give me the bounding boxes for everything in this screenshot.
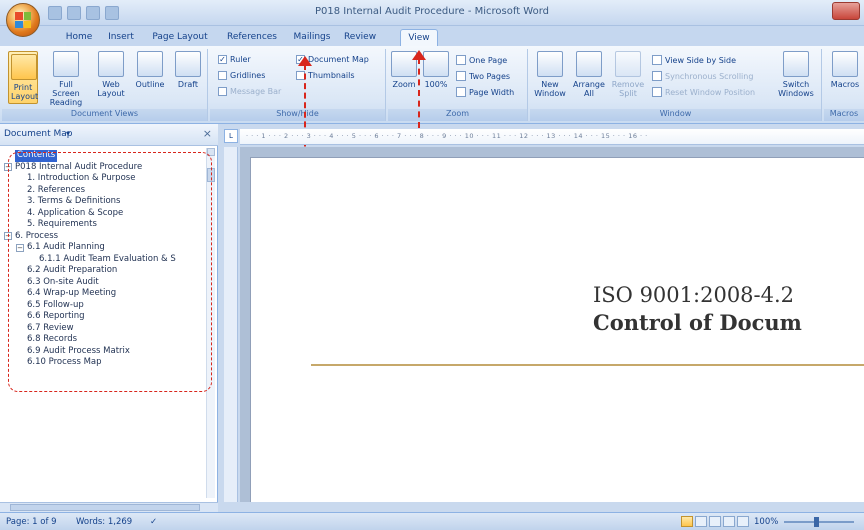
document-divider <box>311 364 864 366</box>
group-zoom: Zoom 100% One Page Two Pages Page Width … <box>388 49 528 121</box>
window-title: P018 Internal Audit Procedure - Microsof… <box>314 6 550 17</box>
new-window-button[interactable]: New Window <box>532 51 568 98</box>
tab-view[interactable]: View <box>400 29 438 46</box>
outline-view-icon[interactable] <box>723 516 735 527</box>
outline-icon <box>137 51 163 77</box>
annotation-arrowhead-document-map <box>298 56 312 66</box>
remove-split-icon <box>615 51 641 77</box>
draft-view-icon[interactable] <box>737 516 749 527</box>
gridlines-check-icon <box>218 71 227 80</box>
web-layout-view-icon[interactable] <box>709 516 721 527</box>
message-bar-check-icon <box>218 87 227 96</box>
group-label-show-hide: Show/Hide <box>210 109 385 121</box>
view-side-by-side-button[interactable]: View Side by Side <box>652 55 736 65</box>
draft-button[interactable]: Draft <box>172 51 204 89</box>
status-bar: Page: 1 of 9 Words: 1,269 ✓ 100% <box>0 512 864 530</box>
vertical-ruler[interactable] <box>224 147 238 502</box>
tab-selector[interactable]: L <box>224 129 238 143</box>
message-bar-checkbox[interactable]: Message Bar <box>218 87 281 96</box>
full-screen-view-icon[interactable] <box>695 516 707 527</box>
ruler-ticks: · · · 1 · · · 2 · · · 3 · · · 4 · · · 5 … <box>246 132 648 140</box>
tab-references[interactable]: References <box>226 29 278 46</box>
group-macros: Macros Macros <box>824 49 864 121</box>
ribbon-tabs: Home Insert Page Layout References Maili… <box>0 26 864 46</box>
two-pages-icon <box>456 71 466 81</box>
horizontal-scroll-thumb[interactable] <box>10 504 200 511</box>
web-layout-icon <box>98 51 124 77</box>
tab-mailings[interactable]: Mailings <box>290 29 334 46</box>
tab-insert[interactable]: Insert <box>104 29 138 46</box>
status-page[interactable]: Page: 1 of 9 <box>6 517 57 527</box>
group-window: New Window Arrange All Remove Split View… <box>530 49 822 121</box>
page-width-button[interactable]: Page Width <box>456 87 514 97</box>
office-logo-icon <box>15 12 31 28</box>
group-label-macros: Macros <box>824 109 864 121</box>
chevron-down-icon[interactable]: ▾ <box>66 129 70 138</box>
zoom-level[interactable]: 100% <box>754 517 778 527</box>
close-window-button[interactable] <box>832 2 860 20</box>
arrange-all-icon <box>576 51 602 77</box>
annotation-arrowhead-view-tab <box>412 50 426 60</box>
group-document-views: Print Layout Full Screen Reading Web Lay… <box>2 49 208 121</box>
office-button[interactable] <box>6 3 40 37</box>
two-pages-button[interactable]: Two Pages <box>456 71 510 81</box>
zoom-slider[interactable] <box>784 517 854 527</box>
document-heading-line1: ISO 9001:2008-4.2 <box>593 283 795 307</box>
arrange-all-button[interactable]: Arrange All <box>570 51 608 98</box>
one-page-button[interactable]: One Page <box>456 55 507 65</box>
group-label-window: Window <box>530 109 821 121</box>
ruler-check-icon: ✓ <box>218 55 227 64</box>
document-area: ISO 9001:2008-4.2 Control of Docum <box>240 147 864 502</box>
full-screen-reading-button[interactable]: Full Screen Reading <box>46 51 86 107</box>
page-width-icon <box>456 87 466 97</box>
gridlines-checkbox[interactable]: Gridlines <box>218 71 265 80</box>
side-by-side-icon <box>652 55 662 65</box>
ribbon: Print Layout Full Screen Reading Web Lay… <box>0 46 864 124</box>
view-shortcuts <box>681 516 749 527</box>
full-screen-reading-icon <box>53 51 79 77</box>
reset-window-icon <box>652 87 662 97</box>
document-page[interactable]: ISO 9001:2008-4.2 Control of Docum <box>250 157 864 502</box>
document-map-title[interactable]: Document Map <box>4 129 72 139</box>
tab-home[interactable]: Home <box>62 29 96 46</box>
ruler-checkbox[interactable]: ✓ Ruler <box>218 55 251 64</box>
one-page-icon <box>456 55 466 65</box>
horizontal-ruler[interactable]: · · · 1 · · · 2 · · · 3 · · · 4 · · · 5 … <box>240 129 864 145</box>
tab-page-layout[interactable]: Page Layout <box>152 29 208 46</box>
print-layout-icon <box>11 54 37 80</box>
zoom-100-button[interactable]: 100% <box>422 51 450 89</box>
tab-review[interactable]: Review <box>342 29 378 46</box>
switch-windows-button[interactable]: Switch Windows <box>774 51 818 98</box>
print-layout-view-icon[interactable] <box>681 516 693 527</box>
document-map-header: Document Map ▾ × <box>0 124 218 146</box>
annotation-arrow-view-tab <box>418 58 420 128</box>
macros-icon <box>832 51 858 77</box>
close-icon[interactable]: × <box>203 127 212 140</box>
page-100-icon <box>423 51 449 77</box>
zoom-slider-handle[interactable] <box>814 517 819 527</box>
group-label-document-views: Document Views <box>2 109 207 121</box>
annotation-highlight-box <box>8 152 212 392</box>
remove-split-button[interactable]: Remove Split <box>610 51 646 98</box>
print-layout-button[interactable]: Print Layout <box>8 51 38 104</box>
status-words[interactable]: Words: 1,269 <box>76 517 132 527</box>
switch-windows-icon <box>783 51 809 77</box>
proofing-icon[interactable]: ✓ <box>150 517 157 527</box>
reset-window-position-button[interactable]: Reset Window Position <box>652 87 755 97</box>
document-heading-line2: Control of Docum <box>593 310 802 335</box>
synchronous-scrolling-button[interactable]: Synchronous Scrolling <box>652 71 753 81</box>
web-layout-button[interactable]: Web Layout <box>94 51 128 98</box>
title-bar: P018 Internal Audit Procedure - Microsof… <box>0 0 864 26</box>
group-label-zoom: Zoom <box>388 109 527 121</box>
new-window-icon <box>537 51 563 77</box>
outline-button[interactable]: Outline <box>132 51 168 89</box>
document-map-horizontal-scrollbar[interactable] <box>0 502 218 512</box>
sync-scroll-icon <box>652 71 662 81</box>
macros-button[interactable]: Macros <box>828 51 862 89</box>
draft-icon <box>175 51 201 77</box>
